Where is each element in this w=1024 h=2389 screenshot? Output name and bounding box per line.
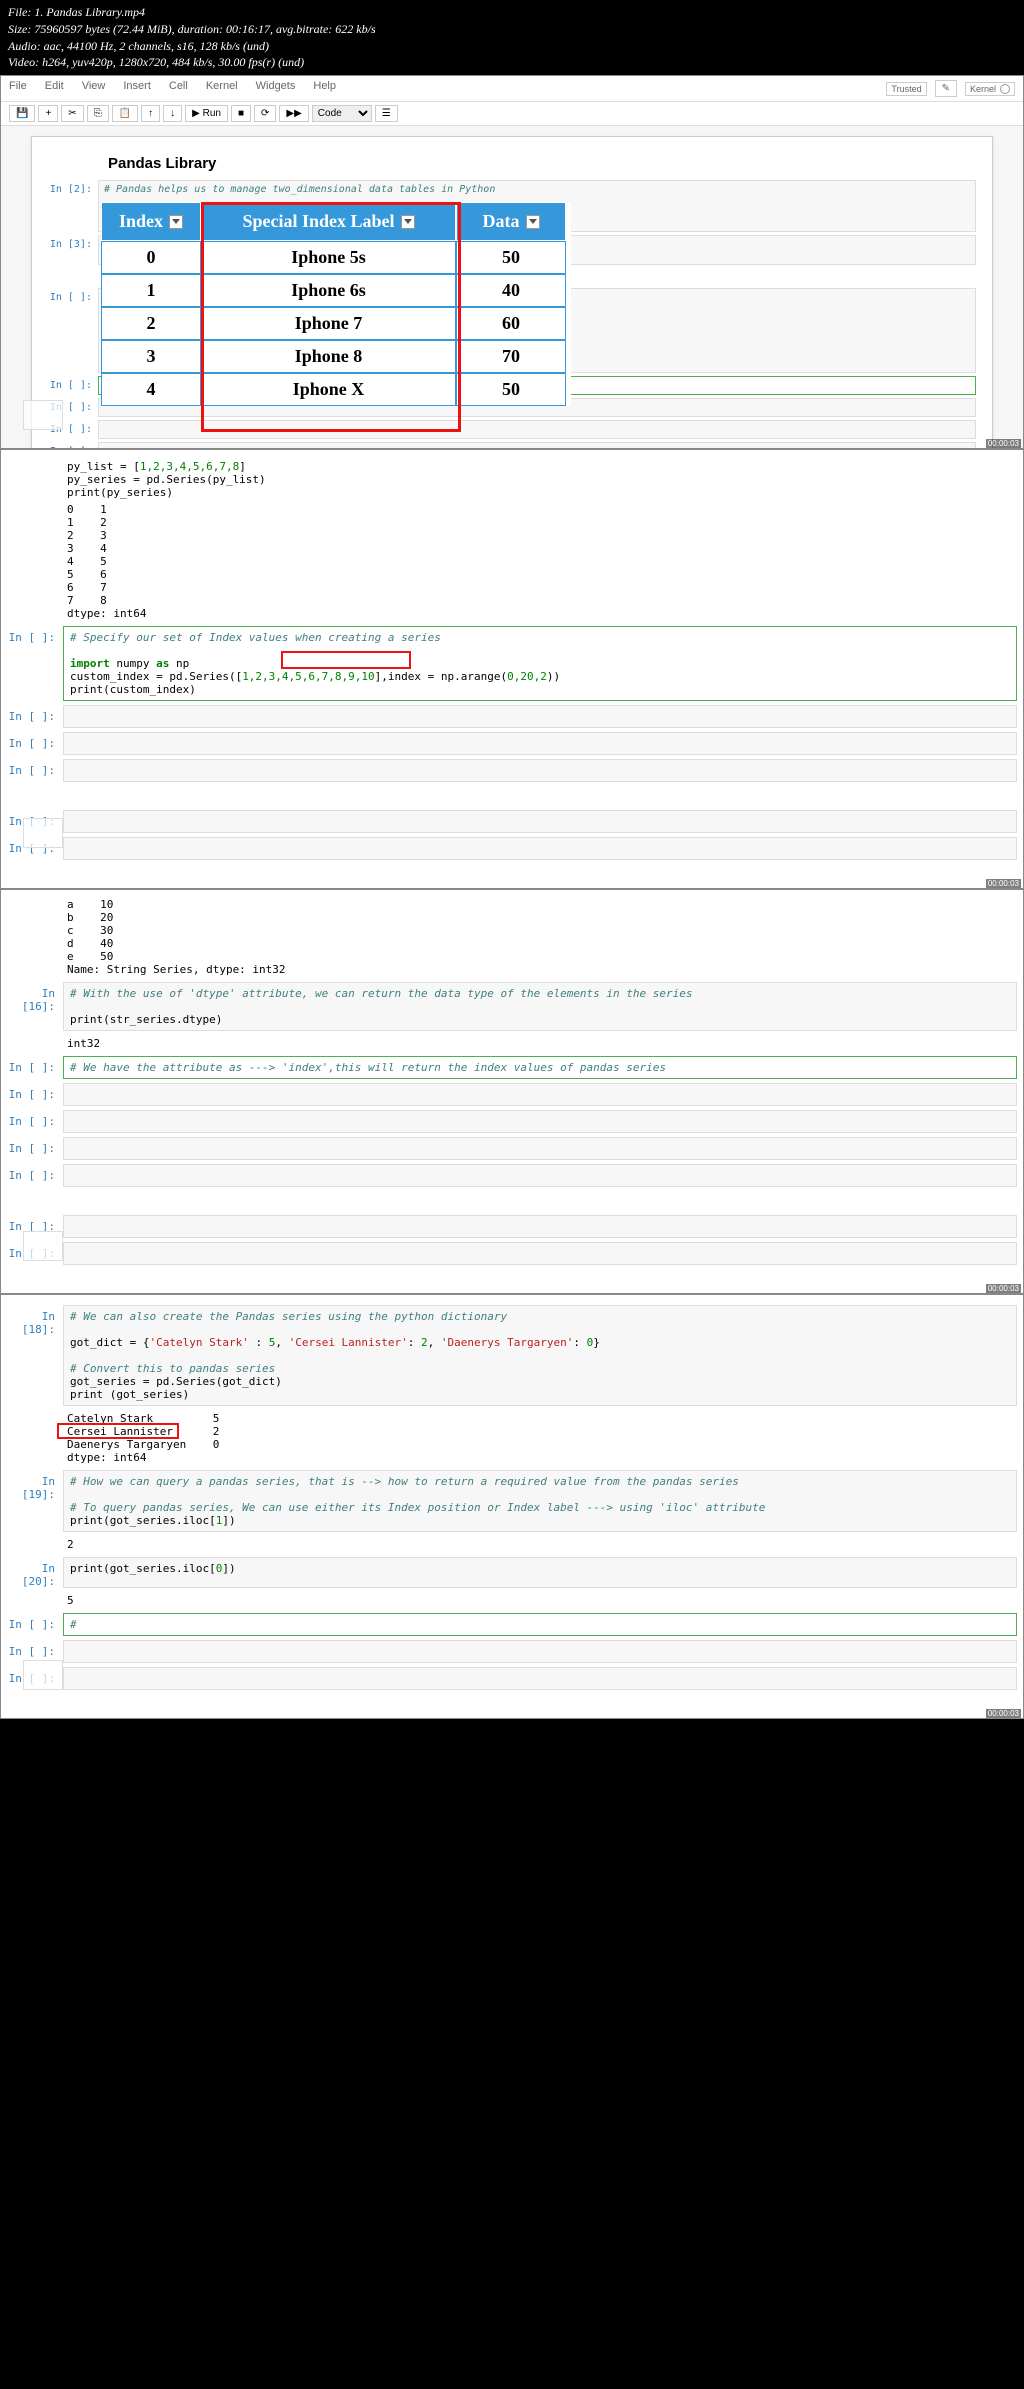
output-block: a 10 b 20 c 30 d 40 e 50 Name: String Se… [7,896,1017,978]
cell-prompt: In [3]: [48,235,98,265]
menu-edit[interactable]: Edit [45,80,64,97]
screenshot-panel-2: py_list = [1,2,3,4,5,6,7,8]py_series = p… [0,449,1024,889]
empty-cell[interactable]: In [ ]: [7,1215,1017,1238]
timestamp: 00:00:03 [986,1284,1021,1293]
empty-cell[interactable]: In [ ]: [7,810,1017,833]
empty-cell[interactable]: In [ ]: [48,442,976,449]
run-button[interactable]: ▶ Run [185,105,228,122]
screenshot-panel-1: File Edit View Insert Cell Kernel Widget… [0,75,1024,449]
code-line: py_list = [1,2,3,4,5,6,7,8]py_series = p… [7,458,1017,501]
code-cell-hash[interactable]: In [ ]: # [7,1613,1017,1636]
file-video-line: Video: h264, yuv420p, 1280x720, 484 kb/s… [8,54,1016,71]
code-cell-20[interactable]: In [20]: print(got_series.iloc[0]) [7,1557,1017,1588]
cell-prompt: In [2]: [48,180,98,232]
menu-kernel[interactable]: Kernel [206,80,238,97]
move-down-button[interactable]: ↓ [163,105,182,122]
table-row: 4Iphone X50 [101,373,571,406]
empty-cell[interactable]: In [ ]: [7,732,1017,755]
menu-view[interactable]: View [82,80,106,97]
timestamp: 00:00:03 [986,439,1021,448]
empty-cell[interactable]: In [ ]: [7,705,1017,728]
code-cell-index-attr[interactable]: In [ ]: # We have the attribute as ---> … [7,1056,1017,1079]
empty-cell[interactable]: In [ ]: [7,1640,1017,1663]
empty-cell[interactable]: In [ ]: [48,420,976,439]
copy-button[interactable]: ⎘ [87,105,109,122]
add-cell-button[interactable]: + [38,105,58,122]
output-block: 0 1 1 2 2 3 3 4 4 5 5 6 6 7 7 8 dtype: i… [7,501,1017,622]
watermark [23,818,63,848]
menu-help[interactable]: Help [313,80,336,97]
empty-cell[interactable]: In [ ]: [7,1083,1017,1106]
col-header-label[interactable]: Special Index Label [201,202,456,241]
table-row: 3Iphone 870 [101,340,571,373]
paste-button[interactable]: 📋 [112,105,138,122]
code-cell-custom-index[interactable]: In [ ]: # Specify our set of Index value… [7,626,1017,701]
kernel-indicator[interactable]: Kernel [965,82,1015,96]
code-cell-19[interactable]: In [19]: # How we can query a pandas ser… [7,1470,1017,1532]
empty-cell[interactable]: In [ ]: [7,837,1017,860]
file-audio-line: Audio: aac, 44100 Hz, 2 channels, s16, 1… [8,38,1016,55]
edit-icon[interactable]: ✎ [935,80,957,97]
table-row: 0Iphone 5s50 [101,241,571,274]
menu-cell[interactable]: Cell [169,80,188,97]
code-cell-16[interactable]: In [16]: # With the use of 'dtype' attri… [7,982,1017,1031]
output-2: 2 [7,1536,1017,1553]
table-row: 2Iphone 760 [101,307,571,340]
overlay-index-table: Index Special Index Label Data 0Iphone 5… [101,202,571,406]
output-int32: int32 [7,1035,1017,1052]
menu-insert[interactable]: Insert [123,80,151,97]
dropdown-icon[interactable] [526,215,540,229]
watermark [23,1660,63,1690]
timestamp: 00:00:03 [986,1709,1021,1718]
watermark [23,1231,63,1261]
output-5: 5 [7,1592,1017,1609]
output-got-series: Catelyn Stark 5 Cersei Lannister 2 Daene… [7,1410,1017,1466]
file-size-line: Size: 75960597 bytes (72.44 MiB), durati… [8,21,1016,38]
table-row: 1Iphone 6s40 [101,274,571,307]
jupyter-toolbar: 💾 + ✂ ⎘ 📋 ↑ ↓ ▶ Run ■ ⟳ ▶▶ Code ☰ [1,102,1023,126]
empty-cell[interactable]: In [ ]: [7,1110,1017,1133]
command-palette-button[interactable]: ☰ [375,105,398,122]
cell-type-select[interactable]: Code [312,105,372,122]
timestamp: 00:00:03 [986,879,1021,888]
empty-cell[interactable]: In [ ]: [7,1164,1017,1187]
dropdown-icon[interactable] [401,215,415,229]
col-header-index[interactable]: Index [101,202,201,241]
empty-cell[interactable]: In [ ]: [7,1137,1017,1160]
restart-button[interactable]: ⟳ [254,105,276,122]
kernel-status-icon [1000,84,1010,94]
cut-button[interactable]: ✂ [61,105,83,122]
notebook-title: Pandas Library [108,155,976,172]
col-header-data[interactable]: Data [456,202,566,241]
file-name-line: File: 1. Pandas Library.mp4 [8,4,1016,21]
move-up-button[interactable]: ↑ [141,105,160,122]
empty-cell[interactable]: In [ ]: [7,1667,1017,1690]
empty-cell[interactable]: In [ ]: [7,1242,1017,1265]
menu-widgets[interactable]: Widgets [256,80,296,97]
jupyter-menubar: File Edit View Insert Cell Kernel Widget… [1,76,1023,102]
restart-run-button[interactable]: ▶▶ [279,105,308,122]
code-cell-18[interactable]: In [18]: # We can also create the Pandas… [7,1305,1017,1406]
dropdown-icon[interactable] [169,215,183,229]
empty-cell[interactable]: In [ ]: [7,759,1017,782]
file-metadata-header: File: 1. Pandas Library.mp4 Size: 759605… [0,0,1024,75]
stop-button[interactable]: ■ [231,105,251,122]
save-button[interactable]: 💾 [9,105,35,122]
watermark [23,400,63,430]
menu-file[interactable]: File [9,80,27,97]
trusted-badge[interactable]: Trusted [886,82,926,96]
screenshot-panel-3: a 10 b 20 c 30 d 40 e 50 Name: String Se… [0,889,1024,1294]
screenshot-panel-4: In [18]: # We can also create the Pandas… [0,1294,1024,1719]
